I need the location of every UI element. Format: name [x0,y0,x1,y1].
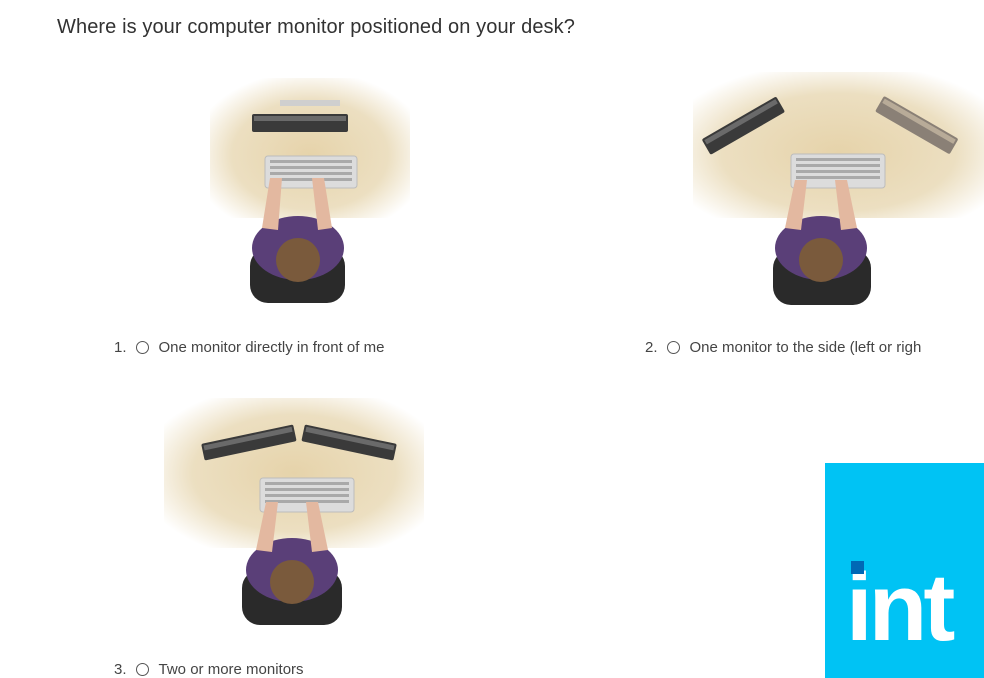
option-number: 1. [114,339,127,356]
radio-button[interactable] [666,341,680,354]
option-one-monitor-side[interactable]: 2. One monitor to the side (left or righ [645,339,921,356]
question-title: Where is your computer monitor positione… [57,16,575,38]
monitor-to-side-icon [693,72,984,308]
intel-logo: int [825,463,984,678]
logo-text: int [846,554,955,661]
single-monitor-front-icon [210,78,410,308]
option-one-monitor-front[interactable]: 1. One monitor directly in front of me [114,339,384,356]
option-label: Two or more monitors [158,661,304,678]
option-number: 2. [645,339,658,356]
option-two-or-more-monitors[interactable]: 3. Two or more monitors [114,661,304,678]
option-label: One monitor directly in front of me [158,339,385,356]
multiple-monitors-icon [164,398,424,628]
radio-button[interactable] [135,341,149,354]
logo-dot [851,561,864,574]
radio-button[interactable] [135,663,149,676]
option-label: One monitor to the side (left or righ [689,339,922,356]
option-number: 3. [114,661,127,678]
